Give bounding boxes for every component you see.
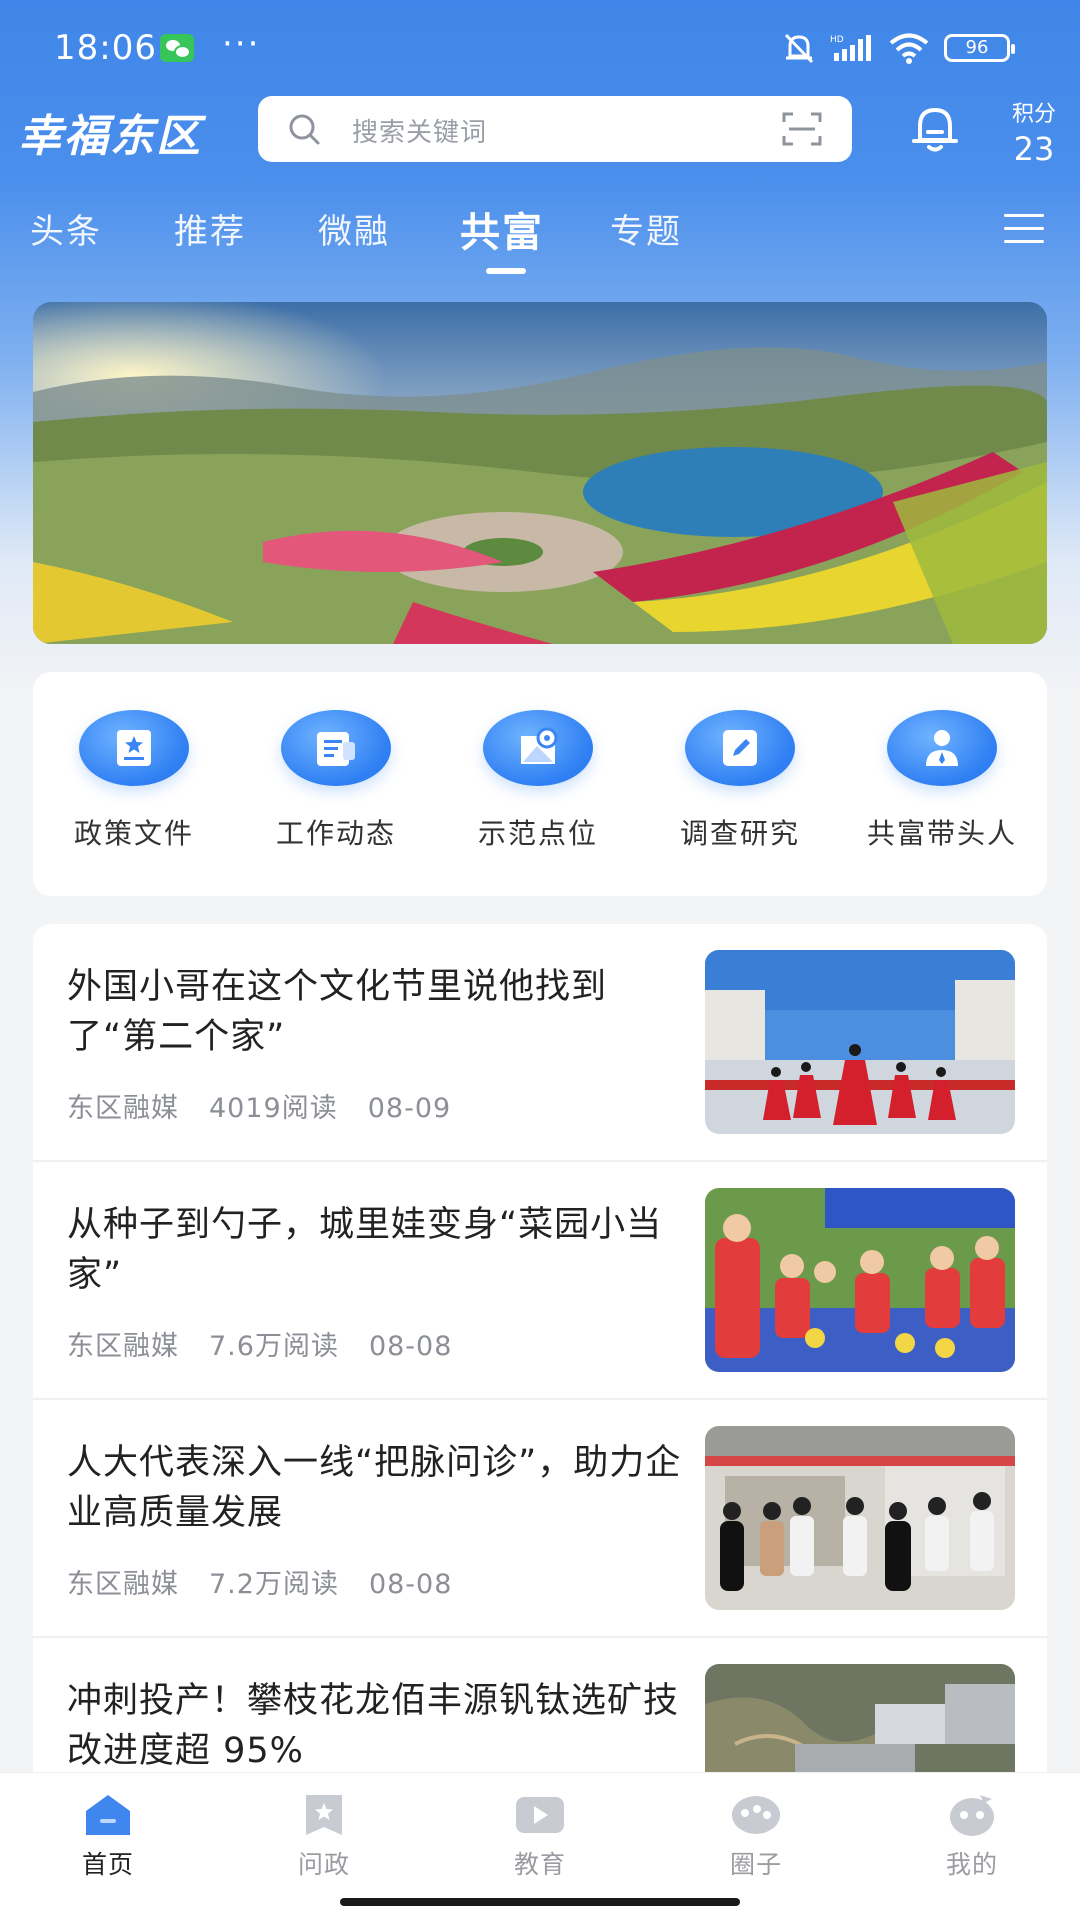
news-item[interactable]: 人大代表深入一线“把脉问诊”，助力企业高质量发展 东区融媒 7.2万阅读 08-08 xyxy=(33,1400,1047,1638)
nav-label: 问政 xyxy=(297,1850,350,1879)
tab-topics[interactable]: 专题 xyxy=(610,204,682,253)
quick-link-work-news[interactable]: 工作动态 xyxy=(246,710,426,852)
document-star-icon xyxy=(79,710,189,786)
news-meta: 东区融媒 7.2万阅读 08-08 xyxy=(67,1562,482,1601)
news-source: 东区融媒 xyxy=(67,1093,179,1124)
points-display[interactable]: 积分 23 xyxy=(1004,96,1064,168)
news-source: 东区融媒 xyxy=(67,1569,179,1600)
banner-image[interactable] xyxy=(33,302,1047,644)
quick-link-label: 示范点位 xyxy=(477,817,598,850)
tab-headlines[interactable]: 头条 xyxy=(30,204,102,253)
home-indicator xyxy=(340,1898,740,1906)
tab-common-prosperity[interactable]: 共富 xyxy=(460,200,544,258)
wifi-icon xyxy=(889,33,929,64)
nav-label: 我的 xyxy=(945,1850,998,1879)
news-title: 从种子到勺子，城里娃变身“菜园小当家” xyxy=(67,1205,663,1295)
home-icon xyxy=(86,1795,130,1835)
news-list: 外国小哥在这个文化节里说他找到了“第二个家” 东区融媒 4019阅读 08-09 从… xyxy=(33,924,1047,1824)
map-pin-icon xyxy=(483,710,593,786)
wechat-notification-icon xyxy=(160,34,194,62)
quick-link-label: 调查研究 xyxy=(679,817,800,850)
news-date: 08-08 xyxy=(368,1569,453,1600)
nav-circle[interactable]: 圈子 xyxy=(696,1791,816,1881)
search-icon xyxy=(289,114,320,145)
quick-links-card: 政策文件 工作动态 示范点位 调查研究 共富带头人 xyxy=(33,672,1047,896)
active-tab-indicator xyxy=(486,268,526,274)
quick-link-policy[interactable]: 政策文件 xyxy=(44,710,224,852)
notification-bell-icon[interactable] xyxy=(908,102,962,156)
svg-text:HD: HD xyxy=(830,35,844,45)
news-thumbnail xyxy=(705,1188,1015,1372)
quick-link-label: 共富带头人 xyxy=(866,817,1017,850)
news-date: 08-09 xyxy=(367,1093,452,1124)
nav-label: 首页 xyxy=(81,1850,134,1879)
scan-icon[interactable] xyxy=(782,112,822,146)
more-notifications-icon: ··· xyxy=(222,24,261,64)
question-flag-icon xyxy=(306,1795,342,1835)
news-date: 08-08 xyxy=(368,1331,453,1362)
news-reads: 7.2万阅读 xyxy=(209,1569,339,1600)
signal-icon: HD xyxy=(830,35,871,61)
news-meta: 东区融媒 4019阅读 08-09 xyxy=(67,1086,481,1125)
nav-label: 圈子 xyxy=(729,1850,782,1879)
tab-recommended[interactable]: 推荐 xyxy=(174,204,246,253)
status-bar: 18:06 ··· HD 96 xyxy=(0,0,1080,96)
nav-education[interactable]: 教育 xyxy=(480,1791,600,1881)
nav-inquiry[interactable]: 问政 xyxy=(264,1791,384,1881)
news-item[interactable]: 从种子到勺子，城里娃变身“菜园小当家” 东区融媒 7.6万阅读 08-08 xyxy=(33,1162,1047,1400)
video-play-icon xyxy=(516,1797,564,1833)
news-title: 人大代表深入一线“把脉问诊”，助力企业高质量发展 xyxy=(67,1443,682,1533)
quick-link-label: 政策文件 xyxy=(73,817,194,850)
battery-icon: 96 xyxy=(944,34,1015,62)
news-thumbnail xyxy=(705,1426,1015,1610)
quick-link-research[interactable]: 调查研究 xyxy=(650,710,830,852)
news-thumbnail xyxy=(705,950,1015,1134)
quick-link-leaders[interactable]: 共富带头人 xyxy=(852,710,1032,852)
profile-icon xyxy=(950,1795,994,1836)
mute-bell-icon xyxy=(784,33,814,64)
landscape-banner-picture xyxy=(33,302,1047,644)
news-reads: 4019阅读 xyxy=(209,1093,338,1124)
search-placeholder: 搜索关键词 xyxy=(352,118,488,148)
news-reads: 7.6万阅读 xyxy=(209,1331,339,1362)
news-source: 东区融媒 xyxy=(67,1331,179,1362)
nav-profile[interactable]: 我的 xyxy=(912,1791,1032,1881)
status-time: 18:06 xyxy=(54,28,157,68)
person-icon xyxy=(887,710,997,786)
points-value: 23 xyxy=(1013,130,1055,168)
channel-tabs: 头条 推荐 微融 共富 专题 xyxy=(0,204,1080,284)
quick-link-demo-sites[interactable]: 示范点位 xyxy=(448,710,628,852)
news-meta: 东区融媒 7.6万阅读 08-08 xyxy=(67,1324,482,1363)
status-icons: HD 96 xyxy=(782,32,1015,64)
news-title: 冲刺投产！攀枝花龙佰丰源钒钛选矿技改进度超 95% xyxy=(67,1681,680,1771)
nav-label: 教育 xyxy=(513,1850,566,1879)
edit-icon xyxy=(685,710,795,786)
quick-link-label: 工作动态 xyxy=(275,817,396,850)
tab-weirong[interactable]: 微融 xyxy=(318,204,390,253)
menu-icon[interactable] xyxy=(1004,214,1044,246)
search-input[interactable]: 搜索关键词 xyxy=(258,96,852,162)
app-title: 幸福东区 xyxy=(18,111,202,162)
circle-chat-icon xyxy=(732,1796,780,1834)
nav-home[interactable]: 首页 xyxy=(48,1791,168,1881)
news-item[interactable]: 外国小哥在这个文化节里说他找到了“第二个家” 东区融媒 4019阅读 08-09 xyxy=(33,924,1047,1162)
news-title: 外国小哥在这个文化节里说他找到了“第二个家” xyxy=(67,967,608,1057)
notes-icon xyxy=(281,710,391,786)
points-label: 积分 xyxy=(1011,102,1056,127)
